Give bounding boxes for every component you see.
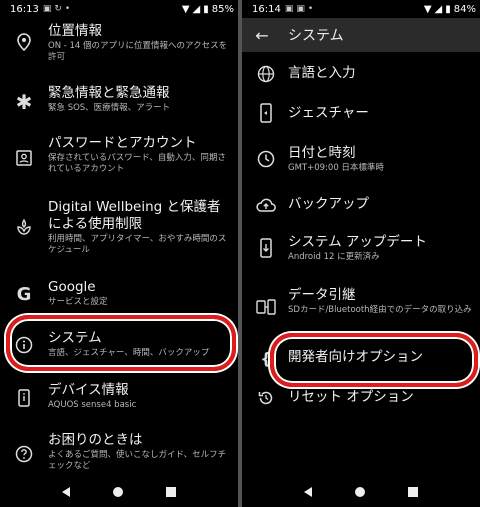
item-subtitle: サービスと設定: [48, 297, 108, 307]
status-bar: 16:14 ▣ ▣ • ▼ ◢ ▮ 84%: [242, 0, 480, 18]
item-title: 言語と入力: [288, 65, 356, 81]
settings-item-system[interactable]: システム 言語、ジェスチャー、時間、バックアップ: [0, 325, 238, 365]
item-title: Digital Wellbeing と保護者による使用制限: [48, 199, 221, 232]
system-item-gestures[interactable]: ジェスチャー: [242, 100, 480, 128]
system-item-data-transfer[interactable]: データ引継 SDカード/Bluetooth経由でのデータの取り込み: [242, 285, 480, 329]
item-title: デバイス情報: [48, 382, 129, 398]
system-item-language-input[interactable]: 言語と入力: [242, 62, 480, 86]
data-transfer-icon: [256, 297, 276, 317]
settings-item-passwords-accounts[interactable]: パスワードとアカウント 保存されているパスワード、自動入力、同期されているアカウ…: [0, 134, 238, 184]
item-title: パスワードとアカウント: [48, 135, 197, 151]
clock-icon: [256, 149, 276, 169]
settings-item-digital-wellbeing[interactable]: Digital Wellbeing と保護者による使用制限 利用時間、アプリタイ…: [0, 197, 238, 261]
dot-icon: •: [307, 4, 314, 14]
code-braces-icon: {: [260, 348, 272, 368]
system-item-system-update[interactable]: システム アップデート Android 12 に更新済み: [242, 232, 480, 268]
system-update-icon: [256, 238, 276, 258]
system-settings-screen: 16:14 ▣ ▣ • ▼ ◢ ▮ 84% ← システム 言語と入力 ジェスチャ…: [242, 0, 480, 507]
system-item-reset-options[interactable]: リセット オプション: [242, 385, 480, 411]
nav-back-icon[interactable]: [303, 487, 312, 497]
item-subtitle: ON - 14 個のアプリに位置情報へのアクセスを許可: [48, 41, 228, 62]
item-title: お困りのときは: [48, 432, 143, 448]
item-subtitle: 利用時間、アプリタイマー、おやすみ時間のスケジュール: [48, 234, 227, 255]
item-subtitle: GMT+09:00 日本標準時: [288, 163, 384, 173]
item-subtitle: SDカード/Bluetooth経由でのデータの取り込み: [288, 305, 472, 315]
settings-item-device-info[interactable]: デバイス情報 AQUOS sense4 basic: [0, 380, 238, 416]
notification-icons: ▣ ▣ •: [285, 4, 313, 14]
account-box-icon: [14, 148, 34, 168]
item-subtitle: 言語、ジェスチャー、時間、バックアップ: [48, 348, 210, 358]
nav-home-icon[interactable]: [112, 487, 123, 497]
settings-item-help[interactable]: お困りのときは よくあるご質問、使いこなしガイド、セルフチェックなど: [0, 430, 238, 478]
wifi-icon: ▼: [423, 3, 432, 15]
signal-icon: ◢: [192, 3, 201, 15]
battery-level: 85%: [211, 3, 234, 15]
item-title: ジェスチャー: [288, 105, 369, 121]
item-title: データ引継: [288, 287, 356, 303]
item-title: 緊急情報と緊急通報: [48, 85, 170, 101]
wellbeing-icon: [14, 217, 34, 237]
settings-item-emergency[interactable]: ✱ 緊急情報と緊急通報 緊急 SOS、医療情報、アラート: [0, 82, 238, 122]
dot-icon: •: [64, 4, 71, 14]
item-title: リセット オプション: [288, 389, 414, 405]
notification-icon: ▣: [42, 4, 52, 14]
battery-icon: ▮: [203, 3, 209, 15]
item-title: Google: [48, 279, 96, 295]
notification-icon: ▣: [296, 4, 305, 14]
reset-icon: [256, 388, 276, 408]
system-item-backup[interactable]: バックアップ: [242, 192, 480, 218]
item-title: システム アップデート: [288, 234, 427, 250]
status-time: 16:13: [10, 3, 39, 15]
wifi-icon: ▼: [181, 3, 190, 15]
status-time: 16:14: [252, 3, 281, 15]
back-arrow-icon[interactable]: ←: [242, 26, 282, 45]
battery-level: 84%: [453, 3, 476, 15]
item-title: 日付と時刻: [288, 145, 356, 161]
item-subtitle: Android 12 に更新済み: [288, 252, 380, 262]
item-title: 開発者向けオプション: [288, 349, 423, 365]
item-subtitle: よくあるご質問、使いこなしガイド、セルフチェックなど: [48, 450, 227, 471]
notification-icon: ▣: [284, 4, 294, 14]
navigation-bar: [0, 477, 238, 507]
info-icon: [14, 335, 34, 355]
notification-icons: ▣ ↻ •: [43, 4, 70, 14]
settings-item-google[interactable]: G Google サービスと設定: [0, 276, 238, 312]
sync-icon: ↻: [54, 4, 62, 14]
battery-icon: ▮: [445, 3, 451, 15]
item-title: システム: [48, 330, 102, 346]
nav-home-icon[interactable]: [354, 487, 365, 497]
settings-screen: 16:13 ▣ ↻ • ▼ ◢ ▮ 85% 位置情報 ON - 14 個のアプリ…: [0, 0, 238, 507]
signal-icon: ◢: [434, 3, 443, 15]
asterisk-icon: ✱: [15, 90, 33, 114]
item-subtitle: 保存されているパスワード、自動入力、同期されているアカウント: [48, 153, 226, 174]
phone-info-icon: [14, 388, 34, 408]
navigation-bar: [242, 477, 480, 507]
page-title: システム: [288, 28, 344, 44]
nav-recents-icon[interactable]: [408, 487, 419, 497]
globe-icon: [256, 64, 276, 84]
system-item-date-time[interactable]: 日付と時刻 GMT+09:00 日本標準時: [242, 143, 480, 179]
item-subtitle: AQUOS sense4 basic: [48, 400, 137, 410]
google-icon: G: [16, 283, 32, 305]
help-icon: [14, 444, 34, 464]
status-bar: 16:13 ▣ ↻ • ▼ ◢ ▮ 85%: [0, 0, 238, 18]
system-item-developer-options[interactable]: { 開発者向けオプション: [242, 345, 480, 371]
item-subtitle: 緊急 SOS、医療情報、アラート: [48, 103, 171, 113]
app-bar: ← システム: [242, 18, 480, 52]
nav-back-icon[interactable]: [61, 487, 70, 497]
item-title: 位置情報: [48, 23, 102, 39]
gesture-phone-icon: [256, 103, 276, 123]
settings-item-location[interactable]: 位置情報 ON - 14 個のアプリに位置情報へのアクセスを許可: [0, 22, 238, 66]
location-icon: [14, 32, 34, 52]
cloud-upload-icon: [256, 195, 276, 215]
nav-recents-icon[interactable]: [166, 487, 177, 497]
item-title: バックアップ: [288, 196, 369, 212]
